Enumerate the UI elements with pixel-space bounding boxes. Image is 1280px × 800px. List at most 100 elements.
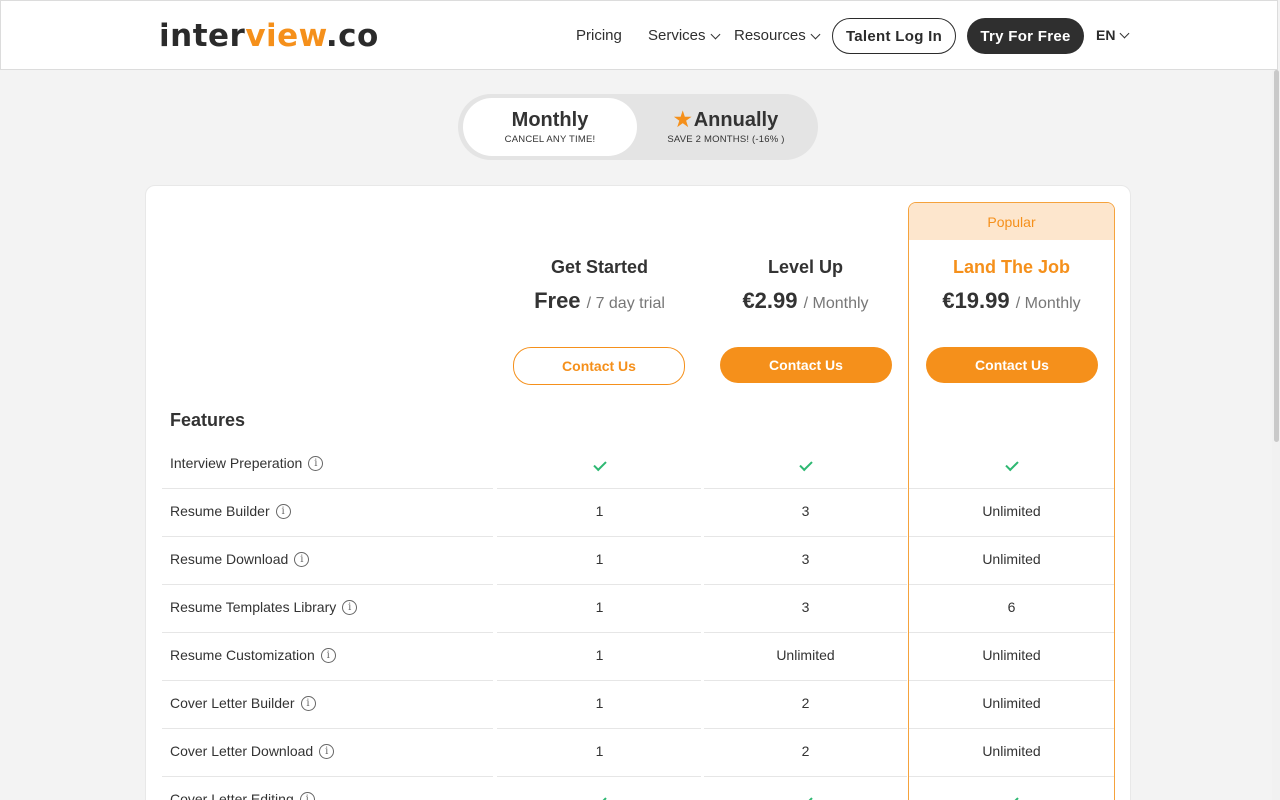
- annual-sub: SAVE 2 MONTHS! (-16% ): [667, 134, 785, 145]
- feature-label: Cover Letter Builder i: [170, 695, 316, 711]
- info-icon[interactable]: i: [294, 551, 310, 567]
- feature-label: Cover Letter Download i: [170, 743, 335, 759]
- billing-toggle[interactable]: Monthly CANCEL ANY TIME! ★ Annually SAVE …: [458, 94, 818, 160]
- row-divider: [704, 584, 907, 585]
- nav-resources[interactable]: Resources: [734, 27, 821, 44]
- row-divider: [497, 536, 701, 537]
- feature-label-text: Resume Download: [170, 551, 289, 567]
- nav-services[interactable]: Services: [648, 27, 720, 44]
- feature-value: 6: [1007, 599, 1016, 615]
- nav-pricing[interactable]: Pricing: [576, 27, 622, 44]
- plan-name: Get Started: [550, 257, 649, 277]
- feature-value: Unlimited: [982, 503, 1041, 519]
- monthly-option[interactable]: Monthly CANCEL ANY TIME!: [463, 98, 637, 156]
- feature-value: Unlimited: [982, 551, 1041, 567]
- contact-us-button[interactable]: Contact Us: [720, 347, 892, 383]
- row-divider: [704, 776, 907, 777]
- row-divider: [497, 728, 701, 729]
- try-free-button[interactable]: Try For Free: [967, 18, 1084, 54]
- row-divider: [162, 536, 493, 537]
- check-icon: [702, 791, 909, 800]
- language-selector[interactable]: EN: [1096, 27, 1130, 43]
- feature-label: Resume Templates Library i: [170, 599, 358, 615]
- talent-login-button[interactable]: Talent Log In: [832, 18, 956, 54]
- nav-pricing-label: Pricing: [576, 27, 622, 44]
- feature-value: 1: [595, 551, 604, 567]
- info-icon[interactable]: i: [308, 455, 324, 471]
- row-divider: [497, 776, 701, 777]
- row-divider: [162, 776, 493, 777]
- check-icon: [496, 455, 703, 472]
- feature-value: 1: [595, 503, 604, 519]
- feature-value: 1: [595, 743, 604, 759]
- row-divider: [162, 680, 493, 681]
- feature-label-text: Cover Letter Editing: [170, 791, 294, 800]
- check-icon: [592, 793, 607, 800]
- row-divider: [704, 728, 907, 729]
- contact-us-button[interactable]: Contact Us: [513, 347, 685, 385]
- row-divider: [909, 728, 1114, 729]
- row-divider: [909, 632, 1114, 633]
- plan-price: €2.99 / Monthly: [702, 288, 909, 314]
- popular-badge: Popular: [909, 203, 1114, 240]
- plan-period: / 7 day trial: [586, 295, 665, 312]
- check-icon: [798, 457, 813, 472]
- feature-label-text: Cover Letter Builder: [170, 695, 295, 711]
- plan-period: / Monthly: [1015, 295, 1081, 312]
- scrollbar-thumb[interactable]: [1274, 70, 1279, 442]
- plan-name: Level Up: [767, 257, 844, 277]
- check-icon: [592, 457, 607, 472]
- feature-value: 3: [801, 551, 810, 567]
- annual-label: Annually: [693, 109, 779, 131]
- feature-label: Resume Builder i: [170, 503, 291, 519]
- nav-resources-label: Resources: [734, 27, 806, 44]
- feature-label: Resume Customization i: [170, 647, 336, 663]
- info-icon[interactable]: i: [275, 503, 291, 519]
- info-icon[interactable]: i: [300, 695, 316, 711]
- row-divider: [162, 584, 493, 585]
- plan-price: €19.99 / Monthly: [908, 288, 1115, 314]
- monthly-sub: CANCEL ANY TIME!: [504, 134, 596, 145]
- logo-tld-text: .co: [325, 18, 379, 54]
- feature-value: 1: [595, 695, 604, 711]
- row-divider: [909, 536, 1114, 537]
- feature-label: Resume Download i: [170, 551, 310, 567]
- check-icon: [496, 791, 703, 800]
- info-icon[interactable]: i: [299, 791, 315, 800]
- feature-value: Unlimited: [776, 647, 835, 663]
- check-icon: [798, 793, 813, 800]
- plan-period: / Monthly: [803, 295, 869, 312]
- info-icon[interactable]: i: [342, 599, 358, 615]
- annual-option[interactable]: ★ Annually SAVE 2 MONTHS! (-16% ): [646, 98, 806, 156]
- row-divider: [909, 776, 1114, 777]
- row-divider: [162, 488, 493, 489]
- contact-us-button[interactable]: Contact Us: [926, 347, 1098, 383]
- row-divider: [909, 584, 1114, 585]
- row-divider: [497, 680, 701, 681]
- feature-value: Unlimited: [982, 743, 1041, 759]
- check-icon: [908, 791, 1115, 800]
- plan-price: Free / 7 day trial: [496, 288, 703, 314]
- feature-value: 1: [595, 647, 604, 663]
- feature-value: 1: [595, 599, 604, 615]
- chevron-down-icon: [810, 29, 821, 39]
- feature-value: 2: [801, 695, 810, 711]
- site-header: interview.co Pricing Services Resources …: [0, 0, 1278, 70]
- chevron-down-icon: [710, 29, 720, 39]
- logo[interactable]: interview.co: [159, 17, 379, 55]
- row-divider: [704, 536, 907, 537]
- check-icon: [1004, 457, 1019, 472]
- row-divider: [909, 680, 1114, 681]
- plan-price-value: €19.99: [942, 288, 1010, 313]
- feature-value: 2: [801, 743, 810, 759]
- feature-label-text: Resume Builder: [170, 503, 270, 519]
- chevron-down-icon: [1120, 28, 1130, 39]
- info-icon[interactable]: i: [319, 743, 335, 759]
- plan-price-value: Free: [534, 288, 581, 313]
- feature-label-text: Interview Preperation: [170, 455, 303, 471]
- row-divider: [704, 488, 907, 489]
- info-icon[interactable]: i: [320, 647, 336, 663]
- page-scrollbar[interactable]: [1272, 70, 1280, 800]
- feature-label-text: Resume Customization: [170, 647, 315, 663]
- row-divider: [909, 488, 1114, 489]
